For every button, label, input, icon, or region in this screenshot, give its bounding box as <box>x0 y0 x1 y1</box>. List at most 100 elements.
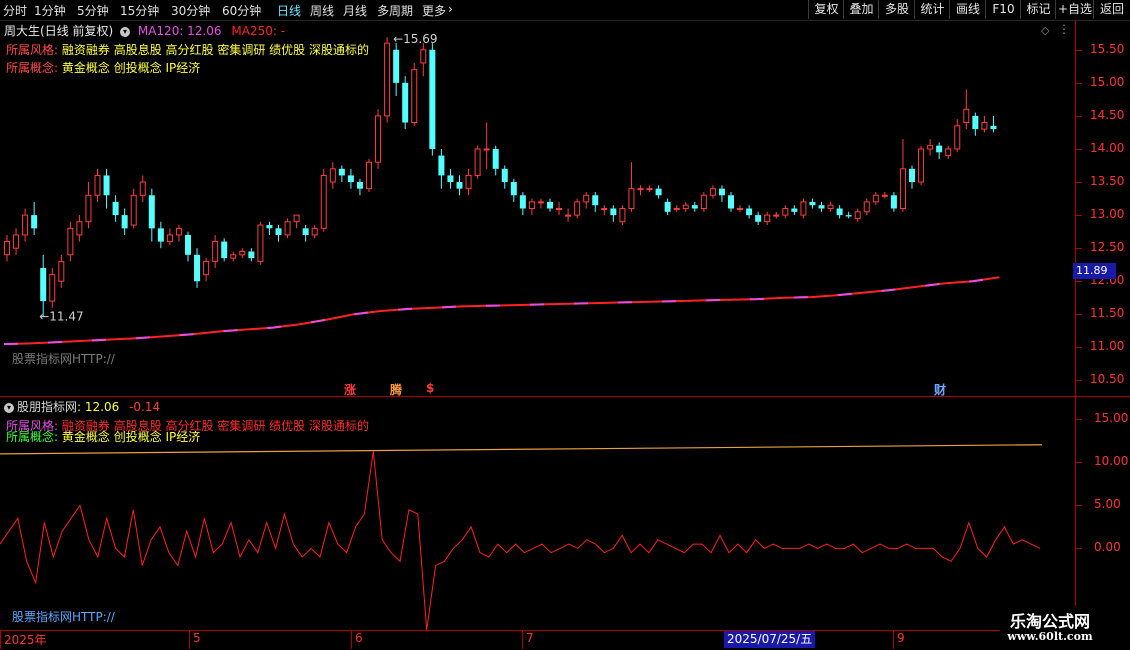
candle <box>854 208 861 222</box>
indicator-line <box>0 451 1041 630</box>
candle <box>103 168 110 209</box>
candle <box>610 205 617 222</box>
back-button[interactable]: 返回 <box>1093 0 1130 19</box>
marker-dollar[interactable]: $ <box>426 381 434 395</box>
chevron-right-icon[interactable]: › <box>448 2 453 16</box>
candle <box>782 205 789 219</box>
candle <box>447 168 454 189</box>
indicator-change: -0.14 <box>129 400 161 414</box>
tab-multi-period[interactable]: 多周期 <box>377 2 413 19</box>
price-tick-label: 14.00 <box>1090 140 1125 155</box>
price-tick-label: 10.50 <box>1090 372 1125 387</box>
price-tick-label: 15.00 <box>1090 74 1125 89</box>
candle <box>121 208 128 235</box>
low-price-label: ←11.47 <box>39 309 83 323</box>
candle <box>175 225 182 242</box>
logo-name: 乐淘公式网 <box>1009 612 1090 631</box>
f10-button[interactable]: F10 <box>985 0 1021 19</box>
candle <box>366 158 372 192</box>
candle <box>954 119 961 153</box>
candle <box>890 191 897 212</box>
candle <box>601 205 608 216</box>
diamond-icon[interactable]: ◇ <box>1041 24 1049 37</box>
price-tick <box>1076 281 1082 283</box>
ma120-label: MA120: 12.06 <box>137 24 222 38</box>
marker-teng[interactable]: 腾 <box>390 381 402 398</box>
candle <box>356 178 363 196</box>
candle <box>619 205 626 226</box>
statistics-button[interactable]: 统计 <box>914 0 950 19</box>
candle <box>927 139 934 156</box>
candle <box>293 214 300 229</box>
period-toolbar: 分时 1分钟 5分钟 15分钟 30分钟 60分钟 日线 周线 月线 多周期 更… <box>0 0 1130 21</box>
marker-zhang[interactable]: 涨 <box>344 381 356 398</box>
candle <box>67 221 74 262</box>
tab-monthly[interactable]: 月线 <box>343 2 367 19</box>
tab-15min[interactable]: 15分钟 <box>120 2 159 19</box>
candle <box>22 208 29 242</box>
candle <box>836 205 843 219</box>
tab-5min[interactable]: 5分钟 <box>77 2 109 19</box>
main-header: 周大生(日线 前复权) ▾ MA120: 12.06 MA250: - <box>4 22 285 39</box>
concept-value: 黄金概念 创投概念 IP经济 <box>61 61 201 75</box>
adjust-button[interactable]: 复权 <box>808 0 844 19</box>
candle <box>863 198 870 216</box>
candle <box>266 221 273 235</box>
candlestick-chart[interactable]: ←15.69 ←11.47 <box>0 20 1075 397</box>
candle <box>764 211 771 226</box>
candle <box>284 218 291 239</box>
candle <box>203 258 210 282</box>
candle <box>981 115 988 133</box>
add-favorite-button[interactable]: +自选 <box>1055 0 1094 19</box>
tab-1min[interactable]: 1分钟 <box>34 2 66 19</box>
price-tick <box>1076 148 1082 150</box>
tab-daily[interactable]: 日线 <box>277 2 301 19</box>
stock-name: 周大生 <box>4 24 41 38</box>
candle <box>709 185 716 199</box>
tab-30min[interactable]: 30分钟 <box>171 2 210 19</box>
candle <box>737 205 744 212</box>
indicator-value: : 12.06 <box>77 400 120 414</box>
site-logo: 乐淘公式网 www.60lt.com <box>1000 606 1130 650</box>
candle <box>320 168 327 232</box>
indicator-concept-label: 所属概念: <box>6 430 59 444</box>
candle <box>963 89 970 130</box>
candle <box>845 211 852 219</box>
ma120-line-overlay <box>3 276 1000 346</box>
indicator-tick <box>1076 548 1082 550</box>
tab-weekly[interactable]: 周线 <box>310 2 334 19</box>
marker-cai[interactable]: 财 <box>934 381 946 398</box>
ma120-line <box>3 276 1000 346</box>
price-tick-label: 15.50 <box>1090 41 1125 56</box>
candle <box>13 228 20 255</box>
candle <box>329 162 336 189</box>
multi-stock-button[interactable]: 多股 <box>878 0 915 19</box>
candle <box>456 175 463 196</box>
candle <box>528 198 535 216</box>
draw-line-button[interactable]: 画线 <box>949 0 986 19</box>
settings-dropdown-icon-2[interactable]: ▾ <box>4 402 14 413</box>
candle <box>655 185 662 199</box>
candle <box>483 122 490 169</box>
candle <box>728 191 734 212</box>
candle <box>537 198 544 209</box>
candle <box>510 178 517 202</box>
price-tick <box>1076 380 1082 382</box>
settings-dropdown-icon[interactable]: ▾ <box>120 26 131 37</box>
tab-more[interactable]: 更多 <box>422 2 446 19</box>
candle <box>94 168 101 202</box>
overlay-button[interactable]: 叠加 <box>843 0 879 19</box>
candle <box>565 208 572 222</box>
candle <box>148 188 155 242</box>
tab-intraday[interactable]: 分时 <box>3 2 27 19</box>
options-icon[interactable]: ⋮ <box>1058 22 1070 36</box>
tab-60min[interactable]: 60分钟 <box>222 2 261 19</box>
candle <box>257 221 264 265</box>
mark-button[interactable]: 标记 <box>1020 0 1056 19</box>
candle <box>691 201 698 212</box>
price-tick <box>1076 182 1082 184</box>
candle <box>501 165 508 189</box>
candle <box>429 43 436 156</box>
candle <box>746 205 753 219</box>
indicator-tick <box>1076 462 1082 464</box>
